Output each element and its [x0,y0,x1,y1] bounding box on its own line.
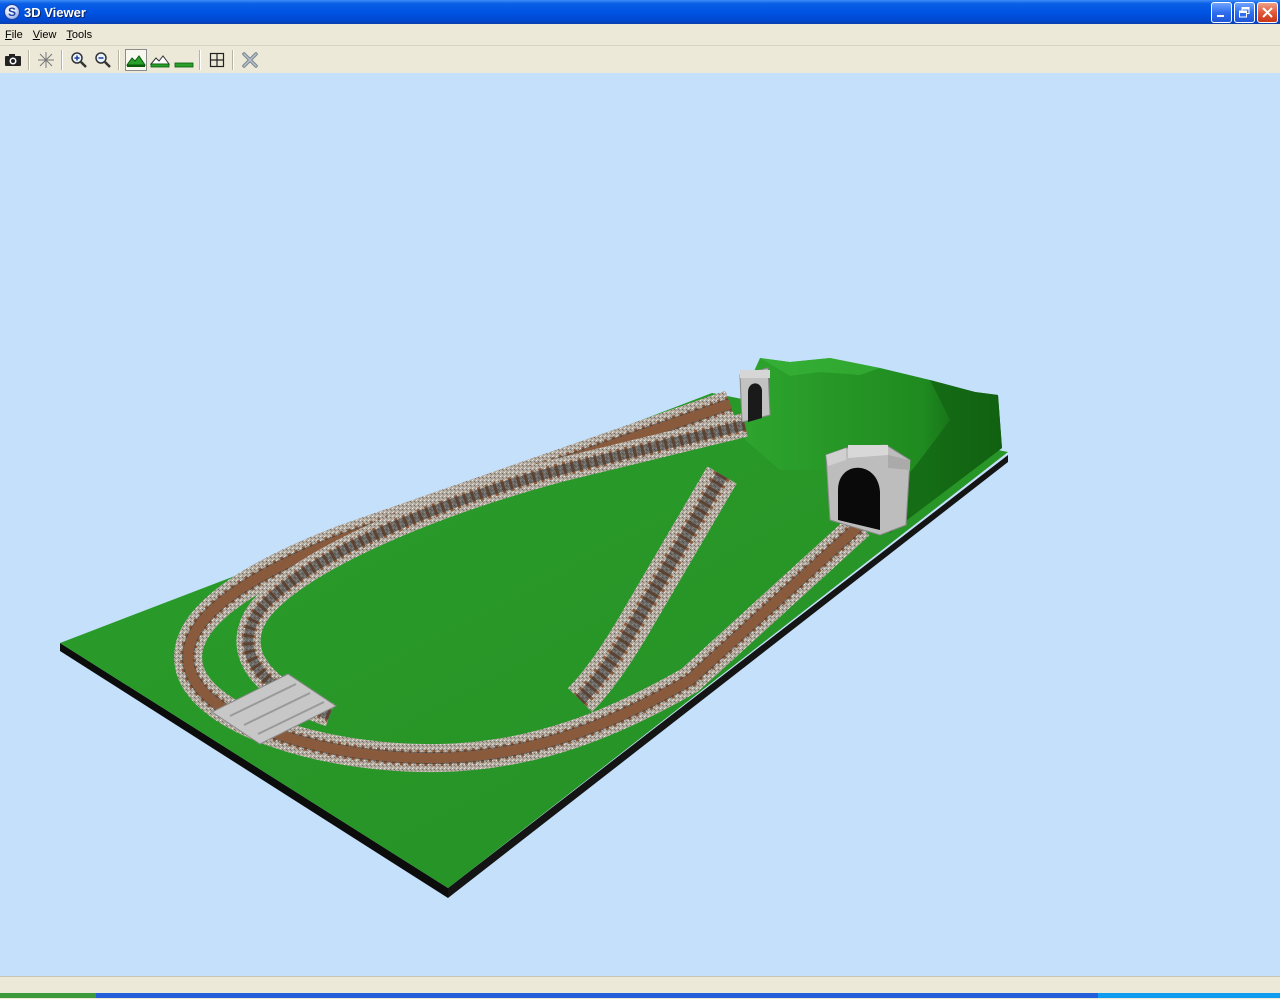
title-bar[interactable]: S 3D Viewer [0,0,1280,24]
toolbar-separator [118,49,119,70]
toolbar [0,46,1280,74]
tunnel-portal-front [825,444,911,536]
window-title: 3D Viewer [24,4,86,20]
menu-tools[interactable]: Tools [61,29,97,41]
terrain-outline-icon [150,54,170,67]
toolbar-separator [61,49,62,70]
zoom-out-icon [95,51,111,68]
close-icon [1262,7,1273,18]
toolbar-separator [232,49,233,70]
snapshot-button[interactable] [2,49,24,71]
toolbar-separator [199,49,200,70]
grid-button[interactable] [206,49,228,71]
app-window: S 3D Viewer File View Tools [0,0,1280,999]
camera-icon [5,53,21,66]
terrain-full-icon [126,54,146,67]
system-tray [1098,993,1280,998]
restore-button[interactable] [1234,2,1255,23]
app-icon-letter: S [7,5,16,19]
window-controls [1211,2,1278,23]
app-icon[interactable]: S [4,4,20,20]
zoom-in-icon [71,51,87,68]
close-button[interactable] [1257,2,1278,23]
tunnel-portal-rear [739,367,771,423]
menu-file[interactable]: File [0,29,28,41]
terrain-outline-button[interactable] [149,49,171,71]
zoom-out-button[interactable] [92,49,114,71]
center-view-button[interactable] [35,49,57,71]
layout-scene[interactable] [0,73,1280,976]
toolbar-separator [28,49,29,70]
menu-bar: File View Tools [0,24,1280,46]
zoom-in-button[interactable] [68,49,90,71]
center-view-icon [38,51,54,68]
start-button[interactable] [0,993,96,998]
close-view-button[interactable] [239,49,261,71]
terrain-flat-button[interactable] [173,49,195,71]
menu-view[interactable]: View [28,29,62,41]
terrain-flat-icon [174,62,194,67]
minimize-button[interactable] [1211,2,1232,23]
close-x-icon [242,51,258,68]
minimize-icon [1217,15,1224,17]
restore-icon [1239,7,1250,18]
3d-viewport[interactable] [0,73,1280,976]
taskbar-strip [0,993,1280,998]
terrain-full-button[interactable] [125,48,147,71]
grid-icon [209,52,225,67]
